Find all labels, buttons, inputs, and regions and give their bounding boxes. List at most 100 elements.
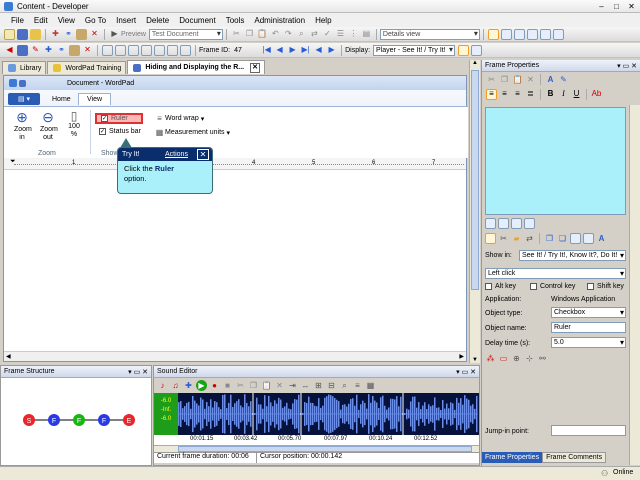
properties-icon[interactable]: ▤ <box>361 29 372 40</box>
delete-icon[interactable]: ✕ <box>89 29 100 40</box>
alt-key-checkbox[interactable]: Alt key <box>485 283 516 290</box>
spell-icon[interactable]: ✓ <box>322 29 333 40</box>
vscroll-down-icon[interactable]: ▼ <box>472 357 478 363</box>
bubble-color-icon[interactable] <box>511 218 522 229</box>
menu-view[interactable]: View <box>53 16 80 25</box>
layout-b-icon[interactable] <box>500 28 512 40</box>
copy-icon[interactable]: ❐ <box>244 29 255 40</box>
measurement-units-button[interactable]: ▦ Measurement units ▾ <box>154 127 230 138</box>
tree-icon[interactable]: ⋮ <box>348 29 359 40</box>
ribbon-tab-view[interactable]: View <box>78 93 112 105</box>
sound-stop-icon[interactable]: ■ <box>222 380 233 391</box>
package-icon[interactable] <box>76 28 87 40</box>
close-tab-icon[interactable]: ✕ <box>250 62 260 73</box>
maximize-button[interactable]: □ <box>610 1 623 11</box>
frame-bubble-icon[interactable] <box>167 44 178 56</box>
tab-wordpad-training[interactable]: WordPad Training <box>47 61 127 74</box>
frame-structure-pin-icon[interactable]: ▾ ▭ ✕ <box>128 368 148 376</box>
sound-export-icon[interactable]: ♫ <box>170 380 181 391</box>
zoom-in-button[interactable]: ⊕ Zoom in <box>10 109 34 142</box>
bubble-pointer-icon[interactable] <box>498 218 509 229</box>
menu-insert[interactable]: Insert <box>111 16 141 25</box>
work-area-vscroll[interactable]: ▲ ▼ <box>469 60 480 363</box>
object-type-combo[interactable]: Checkbox <box>551 307 626 318</box>
edit-icon[interactable]: ✎ <box>30 45 41 56</box>
vscroll-thumb[interactable] <box>471 70 479 290</box>
layout-a-icon[interactable] <box>487 28 499 40</box>
frame-action-icon[interactable] <box>128 44 139 56</box>
align-right-icon[interactable]: ≡ <box>512 89 523 100</box>
menu-document[interactable]: Document <box>174 16 220 25</box>
ruler-checkbox[interactable]: ✓ Ruler <box>95 113 143 124</box>
scroll-left-icon[interactable]: ◀ <box>6 353 11 360</box>
sound-trim-icon[interactable]: ⇥ <box>287 380 298 391</box>
bubble-copy-icon[interactable]: ❐ <box>499 74 510 85</box>
tab-library[interactable]: Library <box>2 61 47 74</box>
package-frame-icon[interactable] <box>69 44 80 56</box>
sound-split-icon[interactable]: ⊞ <box>313 380 324 391</box>
paste-icon[interactable]: 📋 <box>257 29 268 40</box>
waveform[interactable]: -6.0 -Inf. -6.0 <box>154 393 479 435</box>
prev-frame-icon[interactable]: ◀ <box>274 45 285 56</box>
action-area-icon[interactable]: ⊕ <box>511 353 522 364</box>
link-frame-icon[interactable]: ⚭ <box>56 45 67 56</box>
sound-fade-icon[interactable]: ⊟ <box>326 380 337 391</box>
sound-silence-icon[interactable]: ↔ <box>300 380 311 391</box>
props-vscroll[interactable] <box>629 105 640 465</box>
tab-frame-comments[interactable]: Frame Comments <box>542 452 607 463</box>
font-color-icon[interactable]: ✎ <box>558 74 569 85</box>
outline-icon[interactable]: ☰ <box>335 29 346 40</box>
back-icon[interactable]: ◀ <box>4 45 15 56</box>
tab-frame-properties[interactable]: Frame Properties <box>482 452 543 463</box>
save-frame-icon[interactable] <box>17 44 28 56</box>
sound-zoom-icon[interactable]: ⌕ <box>339 380 350 391</box>
close-window-button[interactable]: ✕ <box>625 1 638 11</box>
align-center-icon[interactable]: ≡ <box>499 89 510 100</box>
bubble-paste-icon[interactable]: 📋 <box>512 74 523 85</box>
show-in-combo[interactable]: See It! / Try It!, Know It?, Do It! <box>519 250 626 261</box>
scroll-right-icon[interactable]: ▶ <box>459 353 464 360</box>
minimize-button[interactable]: – <box>595 1 608 11</box>
bubble-delete-icon[interactable]: ✕ <box>525 74 536 85</box>
tab-hiding-displaying[interactable]: Hiding and Displaying the R... ✕ <box>127 60 265 74</box>
menu-edit[interactable]: Edit <box>29 16 53 25</box>
sound-copy-icon[interactable]: ❐ <box>248 380 259 391</box>
sound-scroll-thumb[interactable] <box>178 446 472 452</box>
sound-editor-pin-icon[interactable]: ▾ ▭ ✕ <box>456 368 476 376</box>
preview-button[interactable]: Preview <box>121 31 146 38</box>
action-move-icon[interactable]: ⇄ <box>524 233 535 244</box>
first-frame-icon[interactable]: |◀ <box>261 45 272 56</box>
wordpad-hscroll[interactable]: ◀ ▶ <box>4 351 466 361</box>
frame-paste-icon[interactable] <box>115 44 126 56</box>
next-branch-icon[interactable]: ▶ <box>326 45 337 56</box>
jump-in-input[interactable] <box>551 425 626 436</box>
action-point-icon[interactable]: ⊹ <box>524 353 535 364</box>
layout-e-icon[interactable] <box>539 28 551 40</box>
frame-copy-icon[interactable] <box>102 44 113 56</box>
zoom-100-button[interactable]: ▯ 100 % <box>62 109 86 139</box>
undo-icon[interactable]: ↶ <box>270 29 281 40</box>
sound-play-icon[interactable]: ▶ <box>196 380 207 391</box>
last-frame-icon[interactable]: ▶| <box>300 45 311 56</box>
align-left-icon[interactable]: ≡ <box>486 88 497 100</box>
save-icon[interactable] <box>17 28 28 40</box>
action-pick-icon[interactable] <box>485 233 496 244</box>
action-open-icon[interactable]: ▰ <box>511 233 522 244</box>
document-combo[interactable]: Test Document <box>148 28 223 40</box>
new-icon[interactable] <box>4 28 15 40</box>
sound-paste-icon[interactable]: 📋 <box>261 380 272 391</box>
sound-delete-icon[interactable]: ✕ <box>274 380 285 391</box>
menu-goto[interactable]: Go To <box>80 16 111 25</box>
action-font-icon[interactable]: A <box>596 233 607 244</box>
statusbar-checkbox[interactable]: ✓ Status bar <box>99 128 141 135</box>
bold-icon[interactable]: B <box>545 89 556 100</box>
sound-insert-icon[interactable]: ✚ <box>183 380 194 391</box>
sound-import-icon[interactable]: ♪ <box>157 380 168 391</box>
layout-d-icon[interactable] <box>526 28 538 40</box>
display-settings-icon[interactable] <box>471 44 483 56</box>
replace-icon[interactable]: ⇄ <box>309 29 320 40</box>
sound-volume-icon[interactable]: ≡ <box>352 380 363 391</box>
wordpad-menu-button[interactable]: ▤ ▾ <box>8 93 40 105</box>
action-grid-icon[interactable] <box>583 233 594 244</box>
action-copy-icon[interactable]: ❐ <box>544 233 555 244</box>
